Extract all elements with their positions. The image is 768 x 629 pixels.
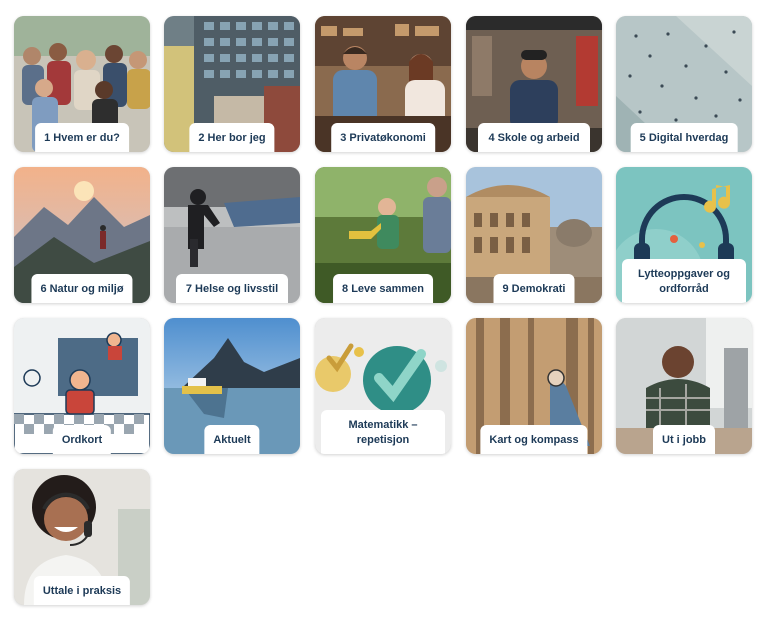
topic-card-ut-i-jobb[interactable]: Ut i jobb bbox=[616, 318, 752, 454]
topic-card-leve-sammen[interactable]: 8 Leve sammen bbox=[315, 167, 451, 303]
topic-card-label: 8 Leve sammen bbox=[333, 274, 433, 303]
topic-card-her-bor-jeg[interactable]: 2 Her bor jeg bbox=[164, 16, 300, 152]
topic-card-digital-hverdag[interactable]: 5 Digital hverdag bbox=[616, 16, 752, 152]
topic-card-matematikk[interactable]: Matematikk – repetisjon bbox=[315, 318, 451, 454]
topic-card-label: Ordkort bbox=[52, 425, 112, 454]
topic-card-lytteoppgaver[interactable]: Lytteoppgaver og ordforråd bbox=[616, 167, 752, 303]
topic-card-hvem-er-du[interactable]: 1 Hvem er du? bbox=[14, 16, 150, 152]
topic-card-label: 5 Digital hverdag bbox=[630, 123, 738, 152]
topic-card-label: 2 Her bor jeg bbox=[189, 123, 275, 152]
topic-card-ordkort[interactable]: Ordkort bbox=[14, 318, 150, 454]
topic-card-label: 7 Helse og livsstil bbox=[176, 274, 288, 303]
topic-card-skole-og-arbeid[interactable]: 4 Skole og arbeid bbox=[466, 16, 602, 152]
topic-card-uttale-i-praksis[interactable]: Uttale i praksis bbox=[14, 469, 150, 605]
topic-card-helse-og-livsstil[interactable]: 7 Helse og livsstil bbox=[164, 167, 300, 303]
topic-card-natur-og-miljo[interactable]: 6 Natur og miljø bbox=[14, 167, 150, 303]
topic-card-label: 6 Natur og miljø bbox=[31, 274, 133, 303]
topic-card-label: 3 Privatøkonomi bbox=[331, 123, 435, 152]
topic-card-label: 4 Skole og arbeid bbox=[478, 123, 590, 152]
topic-card-label: Uttale i praksis bbox=[33, 576, 131, 605]
topic-grid: 1 Hvem er du? 2 Her bor jeg 3 Privatøkon… bbox=[0, 0, 768, 629]
topic-card-label: Lytteoppgaver og ordforråd bbox=[622, 259, 746, 303]
topic-card-label: Matematikk – repetisjon bbox=[321, 410, 445, 454]
topic-card-demokrati[interactable]: 9 Demokrati bbox=[466, 167, 602, 303]
topic-card-label: Aktuelt bbox=[204, 425, 260, 454]
topic-card-label: 9 Demokrati bbox=[493, 274, 575, 303]
topic-card-kart-og-kompass[interactable]: Kart og kompass bbox=[466, 318, 602, 454]
topic-card-label: Ut i jobb bbox=[653, 425, 715, 454]
topic-card-label: Kart og kompass bbox=[480, 425, 588, 454]
topic-card-privatokonomi[interactable]: 3 Privatøkonomi bbox=[315, 16, 451, 152]
topic-card-aktuelt[interactable]: Aktuelt bbox=[164, 318, 300, 454]
topic-card-label: 1 Hvem er du? bbox=[35, 123, 129, 152]
